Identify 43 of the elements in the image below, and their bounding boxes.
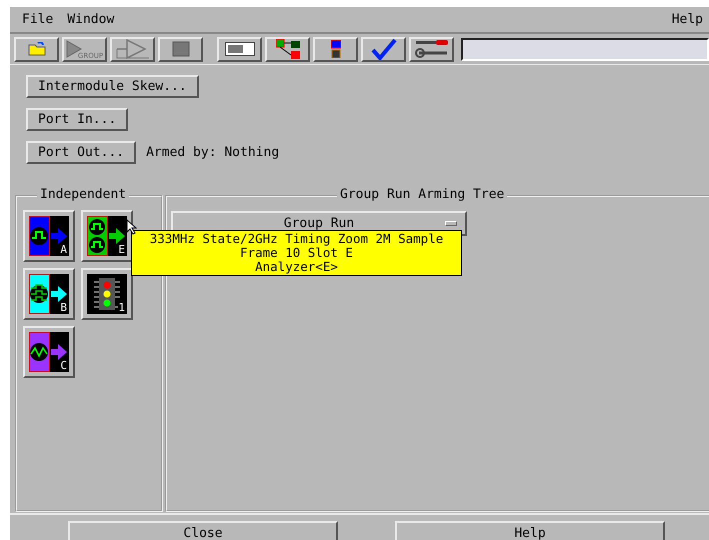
tooltip-line: Analyzer<E> <box>254 260 339 274</box>
module-letter: C <box>60 360 67 371</box>
toolbar-button[interactable] <box>361 36 406 62</box>
module-button[interactable]: 1 <box>81 268 133 320</box>
tooltip-line: Frame 10 Slot E <box>239 246 354 260</box>
footer-button[interactable]: Help <box>395 521 665 540</box>
module-letter: B <box>60 302 67 313</box>
armed-status: Armed by: Nothing <box>146 145 280 160</box>
module-button[interactable]: A <box>23 210 75 262</box>
tree-icon <box>276 39 300 59</box>
play-icon <box>114 39 150 59</box>
toolbar-button[interactable] <box>110 36 155 62</box>
menu-item[interactable]: Window <box>67 12 114 27</box>
chip-icon <box>87 274 127 314</box>
tools-icon <box>414 39 448 59</box>
module-letter: A <box>60 244 67 255</box>
toolbar-button[interactable] <box>158 36 203 62</box>
toolbar-button[interactable] <box>217 36 262 62</box>
action-button[interactable]: Port In... <box>26 108 128 131</box>
window-icon <box>224 42 254 56</box>
checkmark-icon <box>370 38 396 60</box>
toolbar-button[interactable] <box>265 36 310 62</box>
toolbar-button[interactable] <box>313 36 358 62</box>
text-field[interactable] <box>461 38 709 60</box>
module-button[interactable]: C <box>23 326 75 378</box>
module-letter: E <box>118 244 125 255</box>
module-button[interactable]: E <box>81 210 133 262</box>
folder-icon <box>28 42 46 56</box>
menu-item[interactable]: File <box>22 12 54 27</box>
node-label: Group Run <box>284 216 354 231</box>
action-button[interactable]: Intermodule Skew... <box>26 75 199 98</box>
panel-title: Independent <box>37 187 130 202</box>
footer-button[interactable]: Close <box>68 521 338 540</box>
module-icon <box>330 40 340 58</box>
action-button[interactable]: Port Out... <box>26 141 136 164</box>
knob-icon <box>445 221 457 226</box>
panel-title: Group Run Arming Tree <box>337 187 508 202</box>
help-menu[interactable]: Help <box>672 12 703 27</box>
module-button[interactable]: B <box>23 268 75 320</box>
toolbar-button[interactable] <box>14 36 59 62</box>
module-letter: 1 <box>118 302 125 313</box>
stop-icon <box>172 41 190 57</box>
toolbar-button[interactable] <box>409 36 454 62</box>
